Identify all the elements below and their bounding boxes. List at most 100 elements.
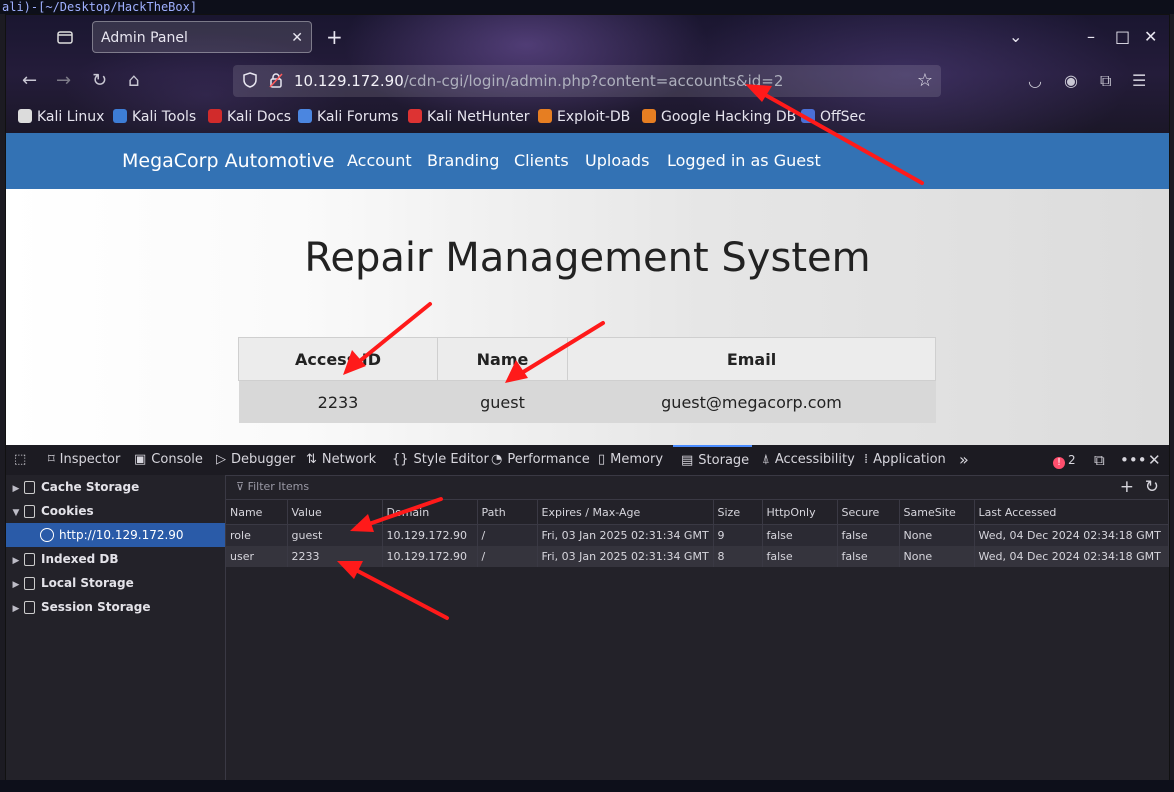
more-tabs-icon[interactable]: »	[959, 445, 969, 475]
tree-cache-storage[interactable]: ▶ Cache Storage	[6, 475, 225, 499]
cookie-size[interactable]: 8	[713, 546, 763, 567]
refresh-icon[interactable]: ↻	[1145, 477, 1159, 497]
column-header[interactable]: HttpOnly	[762, 500, 838, 525]
account-icon[interactable]: ◉	[1064, 67, 1078, 95]
cookie-httponly[interactable]: false	[762, 546, 838, 567]
cookie-last-accessed[interactable]: Wed, 04 Dec 2024 02:34:18 GMT	[974, 524, 1169, 546]
cookie-size[interactable]: 9	[713, 524, 763, 546]
url-text[interactable]: 10.129.172.90/cdn-cgi/login/admin.php?co…	[294, 65, 783, 97]
nav-logged-in-as[interactable]: Logged in as Guest	[667, 133, 821, 189]
filter-input[interactable]: ⊽ Filter Items	[236, 475, 309, 499]
error-count-badge[interactable]: ! 2	[1053, 445, 1076, 475]
tab-performance[interactable]: ◔ Performance	[491, 445, 590, 475]
tab-console[interactable]: ▣ Console	[134, 445, 203, 475]
tab-inspector[interactable]: ⌑ Inspector	[48, 445, 120, 475]
tab-memory[interactable]: ▯ Memory	[598, 445, 663, 475]
tab-list-icon[interactable]	[56, 29, 74, 45]
insecure-lock-icon[interactable]	[269, 72, 283, 88]
tab-application[interactable]: ⁞ Application	[864, 445, 946, 475]
cookie-value[interactable]: 2233	[287, 546, 383, 567]
tree-indexed-db[interactable]: ▶ Indexed DB	[6, 547, 225, 571]
tab-admin-panel[interactable]: Admin Panel ✕	[92, 21, 312, 53]
column-header[interactable]: Name	[226, 500, 288, 525]
column-header[interactable]: Expires / Max-Age	[537, 500, 714, 525]
cookie-value[interactable]: guest	[287, 524, 383, 546]
cookie-path[interactable]: /	[477, 524, 538, 546]
more-options-icon[interactable]: •••	[1120, 445, 1147, 475]
bookmark-kali-linux[interactable]: Kali Linux	[18, 105, 104, 129]
shield-icon[interactable]	[243, 72, 257, 88]
column-header[interactable]: Value	[287, 500, 383, 525]
menu-icon[interactable]: ☰	[1132, 67, 1146, 95]
column-header[interactable]: Last Accessed	[974, 500, 1169, 525]
forward-icon[interactable]: →	[56, 67, 71, 95]
pocket-icon[interactable]: ◡	[1028, 67, 1042, 95]
expand-arrow-icon[interactable]: ▶	[8, 597, 24, 621]
table-row[interactable]: user 2233 10.129.172.90 / Fri, 03 Jan 20…	[226, 546, 1169, 567]
close-window-icon[interactable]: ✕	[1144, 25, 1157, 49]
close-tab-icon[interactable]: ✕	[291, 22, 303, 54]
maximize-icon[interactable]: □	[1115, 25, 1130, 49]
tab-network[interactable]: ⇅ Network	[306, 445, 376, 475]
site-brand[interactable]: MegaCorp Automotive	[122, 133, 335, 189]
add-item-icon[interactable]: +	[1120, 477, 1134, 497]
dock-options-icon[interactable]: ⧉	[1094, 445, 1105, 475]
cookie-httponly[interactable]: false	[762, 524, 838, 546]
tree-cookie-origin[interactable]: http://10.129.172.90	[6, 523, 225, 547]
bookmark-kali-nethunter[interactable]: Kali NetHunter	[408, 105, 529, 129]
tab-debugger[interactable]: ▷ Debugger	[216, 445, 295, 475]
cookie-expires[interactable]: Fri, 03 Jan 2025 02:31:34 GMT	[537, 546, 714, 567]
extensions-icon[interactable]: ⧉	[1100, 67, 1111, 95]
bookmark-kali-tools[interactable]: Kali Tools	[113, 105, 196, 129]
home-icon[interactable]: ⌂	[128, 67, 139, 95]
performance-icon: ◔	[491, 452, 503, 467]
cell-name: guest	[437, 380, 568, 423]
nav-clients[interactable]: Clients	[514, 133, 569, 189]
bookmark-kali-docs[interactable]: Kali Docs	[208, 105, 291, 129]
nav-uploads[interactable]: Uploads	[585, 133, 649, 189]
cookie-domain[interactable]: 10.129.172.90	[382, 524, 478, 546]
cookie-name[interactable]: role	[226, 524, 288, 546]
tab-accessibility[interactable]: ⍋ Accessibility	[762, 445, 855, 475]
expand-arrow-icon[interactable]: ▶	[8, 549, 24, 573]
list-all-tabs-icon[interactable]: ⌄	[1009, 25, 1022, 49]
bookmark-offsec[interactable]: OffSec	[801, 105, 866, 129]
tree-cookies[interactable]: ▼ Cookies	[6, 499, 225, 523]
cookie-name[interactable]: user	[226, 546, 288, 567]
cookie-domain[interactable]: 10.129.172.90	[382, 546, 478, 567]
cookie-secure[interactable]: false	[837, 524, 900, 546]
column-header[interactable]: SameSite	[899, 500, 975, 525]
column-header[interactable]: Secure	[837, 500, 900, 525]
tree-local-storage[interactable]: ▶ Local Storage	[6, 571, 225, 595]
nav-branding[interactable]: Branding	[427, 133, 499, 189]
cookie-path[interactable]: /	[477, 546, 538, 567]
expand-arrow-icon[interactable]: ▶	[8, 573, 24, 597]
expand-arrow-icon[interactable]: ▶	[8, 477, 24, 501]
cookie-expires[interactable]: Fri, 03 Jan 2025 02:31:34 GMT	[537, 524, 714, 546]
back-icon[interactable]: ←	[22, 67, 37, 95]
bookmark-kali-forums[interactable]: Kali Forums	[298, 105, 398, 129]
table-row[interactable]: role guest 10.129.172.90 / Fri, 03 Jan 2…	[226, 524, 1169, 546]
cookie-last-accessed[interactable]: Wed, 04 Dec 2024 02:34:18 GMT	[974, 546, 1169, 567]
element-picker-icon[interactable]: ⬚	[14, 445, 26, 475]
bookmark-exploit-db[interactable]: Exploit-DB	[538, 105, 630, 129]
bookmark-star-icon[interactable]: ☆	[917, 69, 933, 93]
cookie-samesite[interactable]: None	[899, 524, 975, 546]
collapse-arrow-icon[interactable]: ▼	[8, 501, 24, 525]
tab-style-editor[interactable]: {} Style Editor	[392, 445, 489, 475]
url-bar[interactable]: 10.129.172.90/cdn-cgi/login/admin.php?co…	[233, 65, 941, 97]
nav-account[interactable]: Account	[347, 133, 412, 189]
column-header[interactable]: Domain	[382, 500, 478, 525]
column-header[interactable]: Path	[477, 500, 538, 525]
close-devtools-icon[interactable]: ✕	[1148, 445, 1161, 475]
minimize-icon[interactable]: –	[1087, 25, 1095, 49]
cookie-samesite[interactable]: None	[899, 546, 975, 567]
new-tab-icon[interactable]: +	[326, 25, 343, 49]
reload-icon[interactable]: ↻	[92, 67, 107, 95]
cookie-secure[interactable]: false	[837, 546, 900, 567]
cookie-table: Name Value Domain Path Expires / Max-Age…	[226, 500, 1169, 567]
tree-session-storage[interactable]: ▶ Session Storage	[6, 595, 225, 619]
bookmark-google-hacking-db[interactable]: Google Hacking DB	[642, 105, 796, 129]
tab-storage[interactable]: ▤ Storage	[673, 445, 752, 475]
column-header[interactable]: Size	[713, 500, 763, 525]
